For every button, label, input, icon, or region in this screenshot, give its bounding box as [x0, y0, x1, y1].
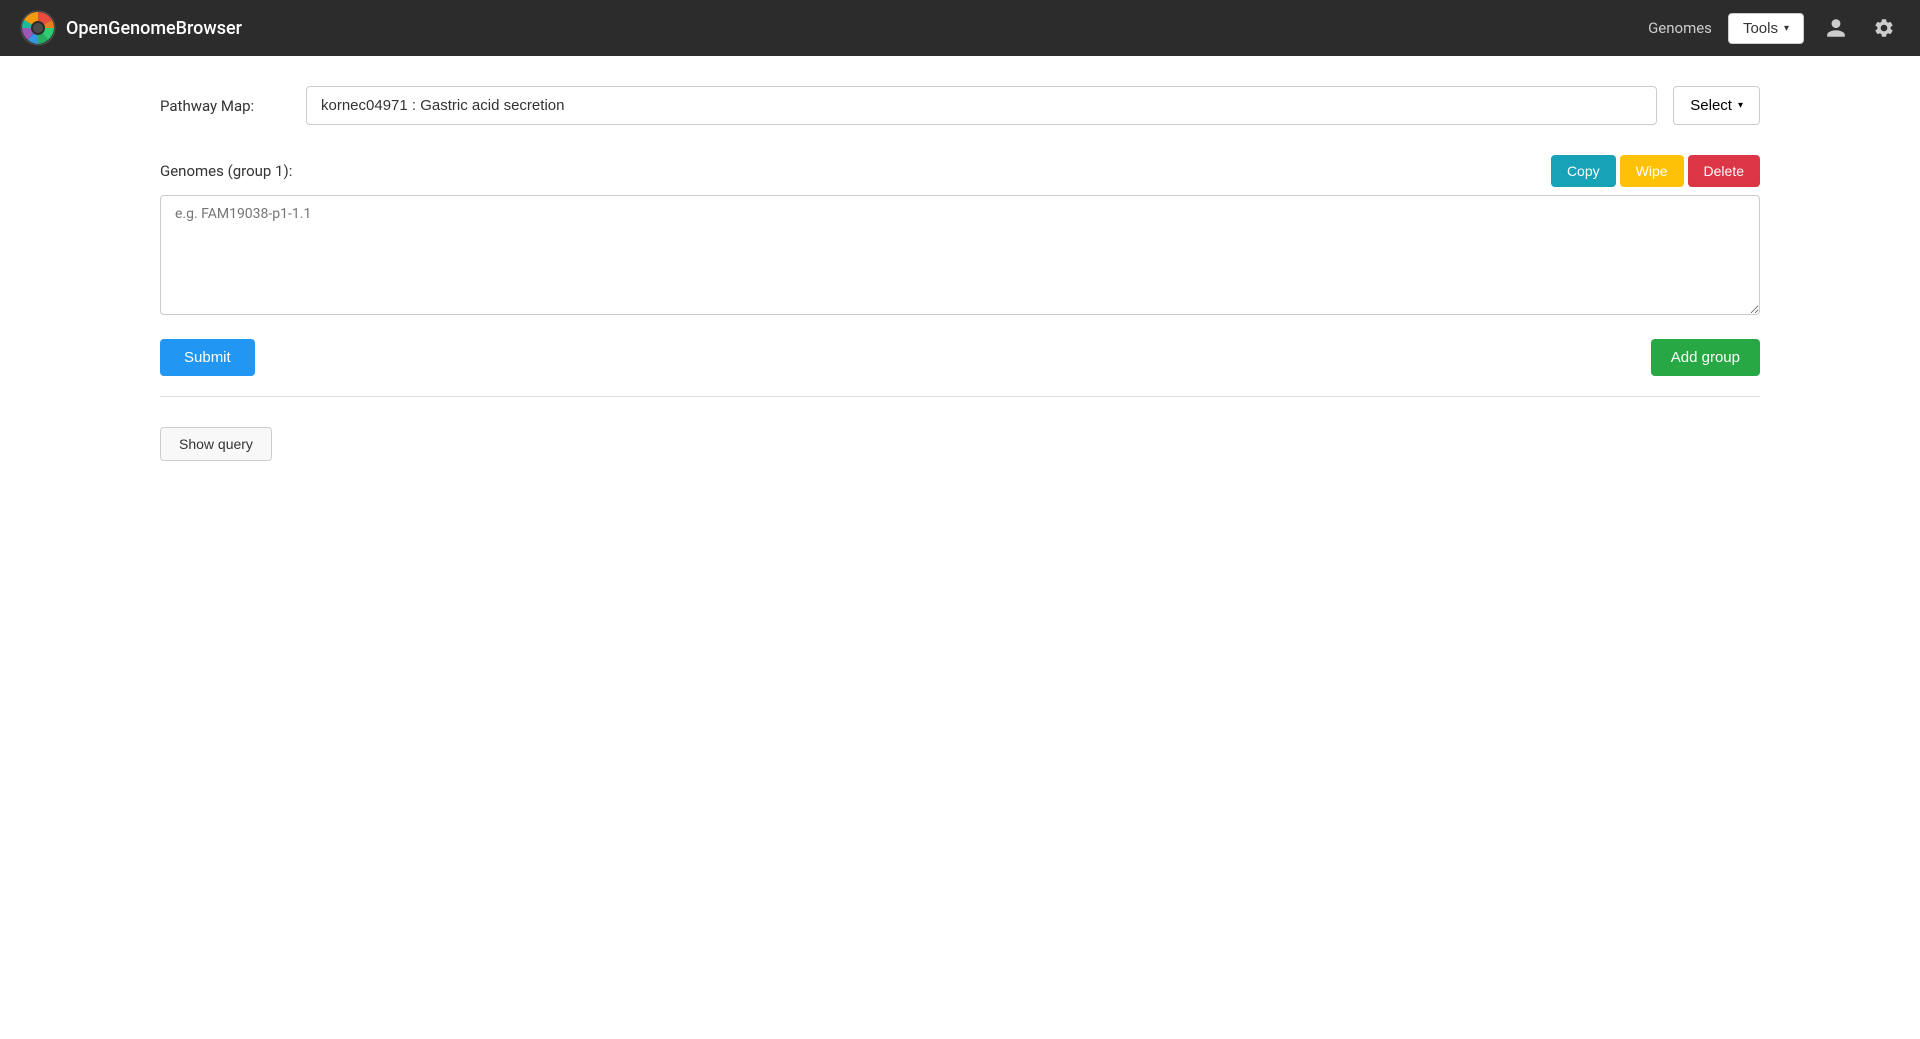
- show-query-section: Show query: [160, 427, 1760, 461]
- add-group-button[interactable]: Add group: [1651, 339, 1760, 376]
- tools-dropdown-button[interactable]: Tools ▾: [1728, 13, 1804, 44]
- select-button[interactable]: Select ▾: [1673, 86, 1760, 125]
- navbar: OpenGenomeBrowser Genomes Tools ▾: [0, 0, 1920, 56]
- submit-button[interactable]: Submit: [160, 339, 255, 376]
- pathway-map-row: Pathway Map: Select ▾: [160, 86, 1760, 125]
- show-query-button[interactable]: Show query: [160, 427, 272, 461]
- settings-icon-button[interactable]: [1868, 12, 1900, 44]
- main-content: Pathway Map: Select ▾ Genomes (group 1):…: [0, 56, 1920, 1039]
- pathway-map-input[interactable]: [306, 86, 1657, 125]
- app-logo: [20, 10, 56, 46]
- genomes-nav-link[interactable]: Genomes: [1648, 19, 1712, 37]
- action-buttons: Copy Wipe Delete: [1551, 155, 1760, 187]
- gear-icon: [1873, 17, 1895, 39]
- tools-caret-icon: ▾: [1784, 23, 1789, 34]
- select-caret-icon: ▾: [1738, 100, 1743, 111]
- user-icon: [1825, 17, 1847, 39]
- pathway-map-label: Pathway Map:: [160, 97, 290, 115]
- genomes-section: Genomes (group 1): Copy Wipe Delete: [160, 155, 1760, 319]
- navbar-left: OpenGenomeBrowser: [20, 10, 242, 46]
- navbar-right: Genomes Tools ▾: [1648, 12, 1900, 44]
- copy-button[interactable]: Copy: [1551, 155, 1616, 187]
- app-title: OpenGenomeBrowser: [66, 18, 242, 39]
- genomes-header: Genomes (group 1): Copy Wipe Delete: [160, 155, 1760, 187]
- genomes-textarea[interactable]: [160, 195, 1760, 315]
- delete-button[interactable]: Delete: [1688, 155, 1760, 187]
- submit-row: Submit Add group: [160, 339, 1760, 397]
- genomes-label: Genomes (group 1):: [160, 162, 292, 180]
- user-icon-button[interactable]: [1820, 12, 1852, 44]
- wipe-button[interactable]: Wipe: [1620, 155, 1684, 187]
